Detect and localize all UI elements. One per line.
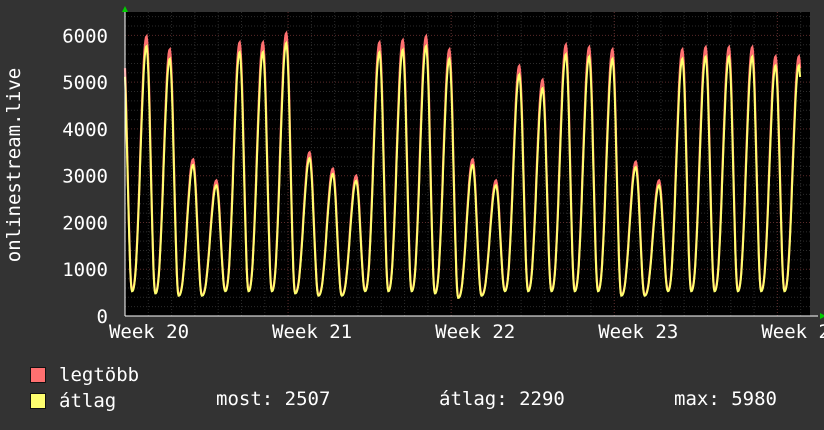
stat-max: max: 5980 bbox=[674, 388, 777, 410]
legend-swatch-max bbox=[30, 367, 46, 383]
y-tick-label: 2000 bbox=[62, 212, 108, 234]
y-axis-label: onlinestream.live bbox=[3, 67, 25, 263]
legend-label-max: legtöbb bbox=[59, 364, 140, 386]
x-tick-label: Week 22 bbox=[435, 321, 515, 343]
legend-item-max: legtöbb bbox=[30, 362, 139, 388]
legend-swatch-avg bbox=[30, 393, 46, 409]
legend-item-avg: átlag bbox=[30, 388, 139, 414]
stat-average: átlag: 2290 bbox=[439, 388, 565, 410]
legend-label-avg: átlag bbox=[59, 390, 117, 412]
x-tick-label: Week 23 bbox=[598, 321, 678, 343]
y-tick-label: 6000 bbox=[62, 25, 108, 47]
x-tick-label: Week 20 bbox=[109, 321, 189, 343]
y-tick-label: 5000 bbox=[62, 72, 108, 94]
x-tick-label: Week 24 bbox=[761, 321, 824, 343]
x-tick-label: Week 21 bbox=[272, 321, 352, 343]
legend: legtöbb átlag bbox=[30, 362, 139, 414]
y-tick-label: 4000 bbox=[62, 119, 108, 141]
stat-current: most: 2507 bbox=[216, 388, 331, 410]
y-tick-label: 3000 bbox=[62, 166, 108, 188]
y-axis-arrow bbox=[122, 6, 128, 12]
x-axis-arrow bbox=[820, 313, 824, 319]
y-tick-label: 0 bbox=[97, 306, 108, 328]
y-tick-label: 1000 bbox=[62, 259, 108, 281]
